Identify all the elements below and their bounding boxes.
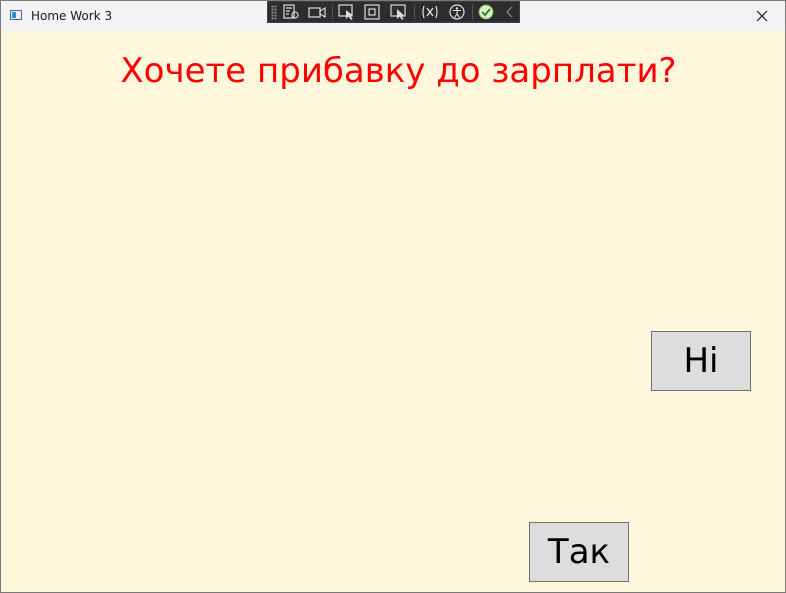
toolbar-grip-icon[interactable]: [271, 5, 277, 20]
toolbar-separator: [472, 5, 473, 19]
track-focused-element-icon[interactable]: [390, 4, 408, 20]
visual-tree-icon[interactable]: [282, 4, 300, 20]
window-content: Хочете прибавку до зарплати? Ні Так: [1, 31, 785, 592]
record-icon[interactable]: [308, 4, 326, 20]
wpf-debug-toolbar: [267, 1, 520, 23]
app-window: Home Work 3 Хочете прибавку до зарплати?…: [0, 0, 786, 593]
toolbar-separator: [414, 5, 415, 19]
close-icon: [756, 10, 768, 22]
hot-reload-status-icon[interactable]: [477, 4, 495, 20]
question-label: Хочете прибавку до зарплати?: [120, 51, 677, 91]
toolbar-separator: [332, 5, 333, 19]
binding-failures-icon[interactable]: [421, 4, 439, 20]
close-button[interactable]: [739, 1, 785, 31]
select-element-icon[interactable]: [338, 4, 356, 20]
yes-button[interactable]: Так: [529, 522, 629, 582]
no-button[interactable]: Ні: [651, 331, 751, 391]
window-title: Home Work 3: [31, 9, 113, 23]
collapse-chevron-icon[interactable]: [502, 4, 520, 20]
app-icon: [10, 10, 22, 20]
display-layout-adorners-icon[interactable]: [364, 4, 382, 20]
accessibility-checker-icon[interactable]: [448, 4, 466, 20]
